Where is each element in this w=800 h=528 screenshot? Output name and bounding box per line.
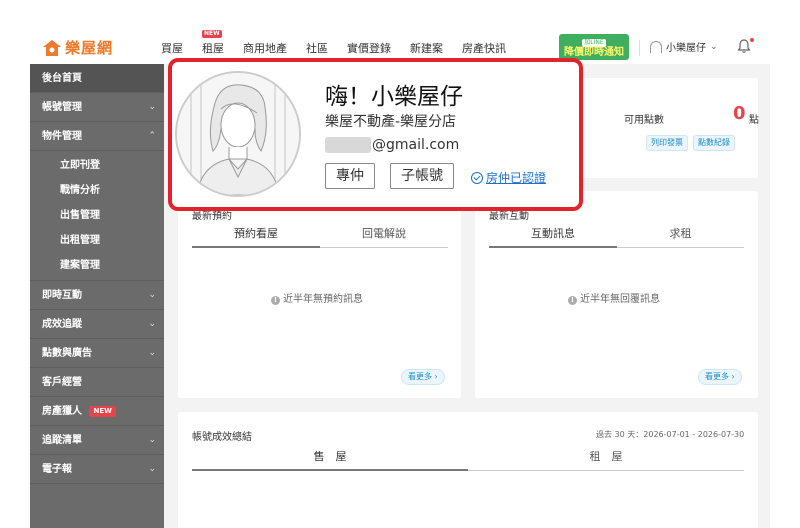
chevron-down-icon: ⌄: [148, 319, 156, 329]
sidebar-item-label: 物件管理: [42, 131, 82, 142]
verified-link[interactable]: 房仲已認證: [471, 169, 546, 186]
interaction-tabs: 互動訊息 求租: [489, 222, 744, 248]
user-menu[interactable]: 小樂屋仔 ⌄: [650, 39, 718, 54]
line-notify-button[interactable]: 加LINE 降價即時通知: [559, 34, 629, 60]
interaction-more-button[interactable]: 看更多 ›: [698, 369, 742, 385]
avatar-illustration: [177, 73, 299, 195]
sidebar-item-label: 追蹤清單: [42, 435, 82, 446]
divider: [639, 40, 640, 56]
sidebar-item-account[interactable]: 帳號管理 ⌄: [30, 93, 164, 122]
booking-tabs: 預約看屋 回電解說: [192, 222, 448, 248]
sidebar-item-label: 房產獵人: [42, 406, 82, 417]
sidebar-item-property[interactable]: 物件管理 ⌃: [30, 122, 164, 151]
house-logo-icon: [43, 39, 61, 56]
tab-rent[interactable]: 租 屋: [468, 445, 744, 471]
sidebar-item-label: 點數與廣告: [42, 348, 92, 359]
booking-more-button[interactable]: 看更多 ›: [401, 369, 445, 385]
point-records-button[interactable]: 點數紀錄: [693, 135, 735, 151]
new-badge: NEW: [202, 30, 222, 38]
nav-price-registry[interactable]: 實價登錄: [347, 40, 391, 56]
notification-dot: [750, 38, 754, 42]
points-label: 可用點數: [624, 115, 664, 126]
sidebar-subgroup-property: 立即刊登 戰情分析 出售管理 出租管理 建案管理: [30, 151, 164, 281]
brand-name: 樂屋網: [65, 39, 114, 57]
interaction-empty-message: ! 近半年無回覆訊息: [568, 290, 660, 305]
summary-tabs: 售 屋 租 屋: [192, 445, 744, 471]
chevron-down-icon: ⌄: [148, 348, 156, 358]
print-invoice-button[interactable]: 列印發票: [646, 135, 688, 151]
chevron-down-icon: ⌄: [710, 41, 718, 52]
tab-rent-request[interactable]: 求租: [617, 222, 744, 248]
tab-booking-viewing[interactable]: 預約看屋: [192, 222, 320, 248]
role-agent-button[interactable]: 專仲: [325, 163, 375, 189]
line-tag: 加LINE: [582, 39, 606, 47]
site-logo[interactable]: 樂屋網: [42, 37, 113, 58]
nav-rent[interactable]: 租屋: [202, 40, 224, 56]
sidebar-item-label: 帳號管理: [42, 102, 82, 113]
chevron-up-icon: ⌃: [148, 131, 156, 141]
headset-icon: [650, 40, 662, 53]
sidebar: 後台首頁 帳號管理 ⌄ 物件管理 ⌃ 立即刊登 戰情分析 出售管理 出租管理 建…: [30, 64, 164, 528]
chevron-down-icon: ⌄: [148, 435, 156, 445]
nav-community[interactable]: 社區: [306, 40, 328, 56]
tab-callback[interactable]: 回電解說: [320, 222, 448, 248]
profile-greeting: 嗨！小樂屋仔: [325, 84, 463, 110]
sidebar-item-customers[interactable]: 客戶經營: [30, 368, 164, 397]
sidebar-item-points-ads[interactable]: 點數與廣告 ⌄: [30, 339, 164, 368]
profile-card-highlight: 嗨！小樂屋仔 樂屋不動產-樂屋分店 @gmail.com 專仲 子帳號 房仲已認…: [168, 58, 583, 211]
profile-email: @gmail.com: [325, 137, 459, 153]
sidebar-item-label: 電子報: [42, 464, 72, 475]
sidebar-item-label: 成效追蹤: [42, 319, 82, 330]
points-unit: 點: [749, 115, 759, 126]
check-circle-icon: [471, 171, 483, 184]
sidebar-item-label: 即時互動: [42, 290, 82, 301]
booking-empty-message: ! 近半年無預約訊息: [271, 290, 363, 305]
avatar: [175, 71, 301, 197]
bell-icon[interactable]: [737, 38, 751, 54]
sidebar-item-instant[interactable]: 即時互動 ⌄: [30, 281, 164, 310]
points-value: 0: [733, 103, 746, 124]
user-name: 小樂屋仔: [666, 43, 706, 54]
chevron-down-icon: ⌄: [148, 102, 156, 112]
sidebar-item-tracking[interactable]: 成效追蹤 ⌄: [30, 310, 164, 339]
chevron-down-icon: ⌄: [148, 290, 156, 300]
sidebar-item-newsletter[interactable]: 電子報 ⌄: [30, 455, 164, 484]
sidebar-subitem-rent[interactable]: 出租管理: [30, 228, 164, 253]
sub-account-button[interactable]: 子帳號: [390, 163, 454, 189]
info-icon: !: [568, 296, 577, 305]
nav-new-projects[interactable]: 新建案: [410, 40, 443, 56]
sidebar-item-label: 客戶經營: [42, 377, 82, 388]
verified-label: 房仲已認證: [486, 171, 547, 185]
sidebar-item-track-list[interactable]: 追蹤清單 ⌄: [30, 426, 164, 455]
nav-news[interactable]: 房產快訊: [462, 40, 506, 56]
new-badge: NEW: [89, 405, 116, 417]
info-icon: !: [271, 296, 280, 305]
sidebar-item-home[interactable]: 後台首頁: [30, 64, 164, 93]
sidebar-subitem-publish[interactable]: 立即刊登: [30, 153, 164, 178]
summary-title: 帳號成效總結: [192, 432, 252, 443]
sidebar-item-hunter[interactable]: 房產獵人 NEW: [30, 397, 164, 426]
summary-date-range: 過去 30 天：2026-07-01 - 2026-07-30: [596, 430, 745, 439]
nav-buy[interactable]: 買屋: [161, 40, 183, 56]
sidebar-subitem-analysis[interactable]: 戰情分析: [30, 178, 164, 203]
line-message: 降價即時通知: [564, 47, 624, 58]
tab-interaction-messages[interactable]: 互動訊息: [489, 222, 617, 248]
top-navbar: 樂屋網 買屋 租屋 商用地產 社區 實價登錄 新建案 房產快訊 NEW 加LIN…: [0, 0, 800, 64]
sidebar-subitem-projects[interactable]: 建案管理: [30, 253, 164, 278]
sidebar-item-label: 後台首頁: [42, 73, 82, 84]
nav-commercial[interactable]: 商用地產: [243, 40, 287, 56]
chevron-down-icon: ⌄: [148, 464, 156, 474]
email-domain: @gmail.com: [372, 137, 460, 153]
sidebar-subitem-sale[interactable]: 出售管理: [30, 203, 164, 228]
profile-company: 樂屋不動產-樂屋分店: [325, 114, 457, 130]
email-redacted: [325, 137, 371, 153]
tab-sale[interactable]: 售 屋: [192, 445, 468, 471]
